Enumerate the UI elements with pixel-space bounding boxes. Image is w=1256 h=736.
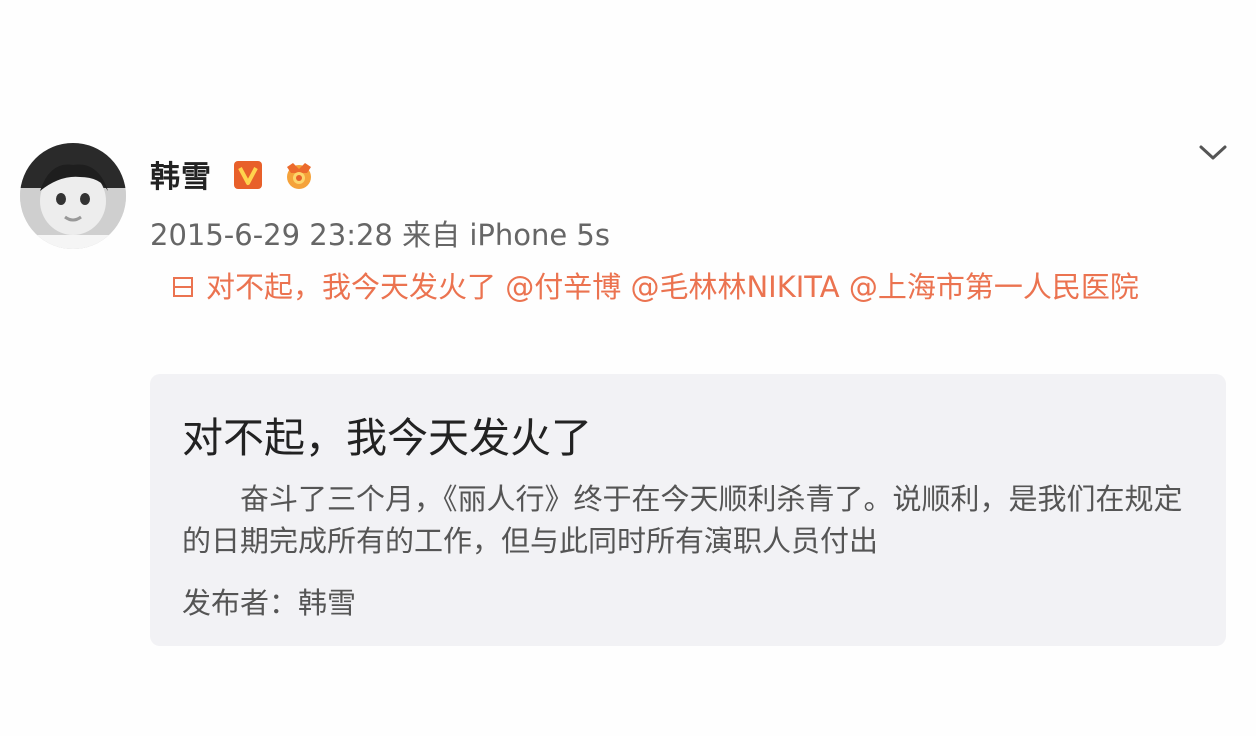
mention-link[interactable]: @上海市第一人民医院 bbox=[849, 270, 1139, 304]
user-name[interactable]: 韩雪 bbox=[150, 152, 212, 196]
article-link[interactable]: 对不起，我今天发火了 bbox=[206, 270, 496, 304]
avatar-image bbox=[20, 143, 126, 249]
article-card-excerpt: 奋斗了三个月，《丽人行》终于在今天顺利杀青了。说顺利，是我们在规定的日期完成所有… bbox=[182, 482, 1183, 558]
article-card[interactable]: 对不起，我今天发火了 奋斗了三个月，《丽人行》终于在今天顺利杀青了。说顺利，是我… bbox=[150, 374, 1226, 646]
member-medal-icon[interactable] bbox=[281, 159, 317, 191]
mention-link[interactable]: @付辛博 bbox=[505, 270, 621, 304]
chevron-down-icon[interactable] bbox=[1196, 138, 1230, 168]
post-source-prefix: 来自 bbox=[402, 218, 461, 252]
author-label: 发布者： bbox=[182, 586, 299, 620]
article-icon bbox=[173, 277, 193, 297]
avatar[interactable] bbox=[20, 143, 126, 249]
mention-link[interactable]: @毛林林NIKITA bbox=[630, 270, 839, 304]
article-card-title: 对不起，我今天发火了 bbox=[182, 414, 592, 462]
post-timestamp[interactable]: 2015-6-29 23:28 bbox=[150, 218, 393, 252]
post-text: 对不起，我今天发火了 @付辛博 @毛林林NIKITA @上海市第一人民医院 bbox=[150, 264, 1230, 311]
weibo-post: 韩雪 2015-6-29 23:28 来自 iPhone 5s 对不起，我今天发… bbox=[0, 0, 1256, 736]
author-name: 韩雪 bbox=[298, 586, 357, 620]
verified-v-icon bbox=[234, 161, 262, 189]
post-source-device: iPhone 5s bbox=[469, 218, 610, 252]
post-meta: 2015-6-29 23:28 来自 iPhone 5s bbox=[150, 212, 610, 254]
article-card-author: 发布者：韩雪 bbox=[182, 580, 356, 622]
